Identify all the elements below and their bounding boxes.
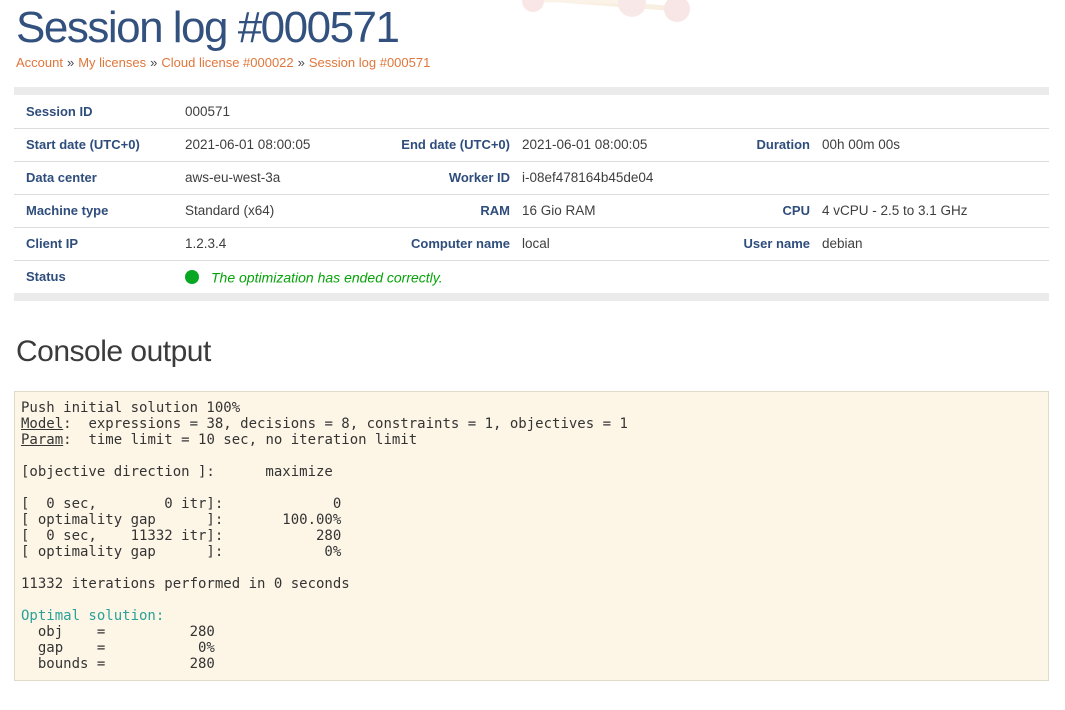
label-ram: RAM <box>330 194 522 227</box>
console-line: Push initial solution 100% <box>21 400 1048 416</box>
table-row-status: Status The optimization has ended correc… <box>14 260 1049 293</box>
console-line <box>21 448 1048 464</box>
breadcrumb: Account » My licenses » Cloud license #00002… <box>16 55 1049 70</box>
console-line: Model: expressions = 38, decisions = 8, … <box>21 416 1048 432</box>
value-end-date: 2021-06-01 08:00:05 <box>522 128 672 161</box>
console-line: [ optimality gap ]: 100.00% <box>21 512 1048 528</box>
console-line <box>21 480 1048 496</box>
value-cpu: 4 vCPU - 2.5 to 3.1 GHz <box>822 194 1049 227</box>
value-duration: 00h 00m 00s <box>822 128 1049 161</box>
table-top-band <box>14 87 1049 95</box>
label-duration: Duration <box>672 128 822 161</box>
console-line: [ 0 sec, 0 itr]: 0 <box>21 496 1048 512</box>
console-line: [objective direction ]: maximize <box>21 464 1048 480</box>
console-line: gap = 0% <box>21 640 1048 656</box>
value-data-center: aws-eu-west-3a <box>185 161 330 194</box>
label-machine-type: Machine type <box>14 194 185 227</box>
session-info-table: Session ID 000571 Start date (UTC+0) 202… <box>14 87 1049 301</box>
table-row-session-id: Session ID 000571 <box>14 95 1049 128</box>
value-ram: 16 Gio RAM <box>522 194 672 227</box>
console-heading: Console output <box>16 335 1049 370</box>
value-start-date: 2021-06-01 08:00:05 <box>185 128 330 161</box>
label-user-name: User name <box>672 227 822 260</box>
label-status: Status <box>14 260 185 293</box>
table-row-datacenter: Data center aws-eu-west-3a Worker ID i-0… <box>14 161 1049 194</box>
console-line: Param: time limit = 10 sec, no iteration… <box>21 432 1048 448</box>
table-bottom-band <box>14 293 1049 301</box>
table-bottom-band-cell <box>14 293 1049 301</box>
label-computer-name: Computer name <box>330 227 522 260</box>
table-row-dates: Start date (UTC+0) 2021-06-01 08:00:05 E… <box>14 128 1049 161</box>
label-start-date: Start date (UTC+0) <box>14 128 185 161</box>
console-line: Optimal solution: <box>21 608 1048 624</box>
label-data-center: Data center <box>14 161 185 194</box>
label-session-id: Session ID <box>14 95 185 128</box>
label-cpu: CPU <box>672 194 822 227</box>
status-text: The optimization has ended correctly. <box>211 269 443 285</box>
console-line: 11332 iterations performed in 0 seconds <box>21 576 1048 592</box>
breadcrumb-link-my-licenses[interactable]: My licenses <box>78 55 146 70</box>
value-user-name: debian <box>822 227 1049 260</box>
value-machine-type: Standard (x64) <box>185 194 330 227</box>
console-output: Push initial solution 100%Model: express… <box>14 391 1049 681</box>
value-status: The optimization has ended correctly. <box>185 260 1049 293</box>
breadcrumb-separator: » <box>67 55 74 70</box>
console-line: [ optimality gap ]: 0% <box>21 544 1048 560</box>
table-row-machine: Machine type Standard (x64) RAM 16 Gio R… <box>14 194 1049 227</box>
label-client-ip: Client IP <box>14 227 185 260</box>
console-line <box>21 592 1048 608</box>
console-line: bounds = 280 <box>21 656 1048 672</box>
page-content: Session log #000571 Account » My licenses »… <box>0 0 1065 681</box>
breadcrumb-link-cloud-license[interactable]: Cloud license #000022 <box>161 55 293 70</box>
breadcrumb-link-account[interactable]: Account <box>16 55 63 70</box>
label-end-date: End date (UTC+0) <box>330 128 522 161</box>
value-computer-name: local <box>522 227 672 260</box>
console-line <box>21 560 1048 576</box>
status-ok-icon <box>185 270 199 284</box>
value-worker-id: i-08ef478164b45de04 <box>522 161 1049 194</box>
breadcrumb-separator: » <box>150 55 157 70</box>
console-line: obj = 280 <box>21 624 1048 640</box>
value-client-ip: 1.2.3.4 <box>185 227 330 260</box>
table-top-band-cell <box>14 87 1049 95</box>
page-title: Session log #000571 <box>14 0 1049 51</box>
table-row-client: Client IP 1.2.3.4 Computer name local Us… <box>14 227 1049 260</box>
label-worker-id: Worker ID <box>330 161 522 194</box>
console-line: [ 0 sec, 11332 itr]: 280 <box>21 528 1048 544</box>
breadcrumb-separator: » <box>298 55 305 70</box>
breadcrumb-current-session-log: Session log #000571 <box>309 55 430 70</box>
value-session-id: 000571 <box>185 95 1049 128</box>
